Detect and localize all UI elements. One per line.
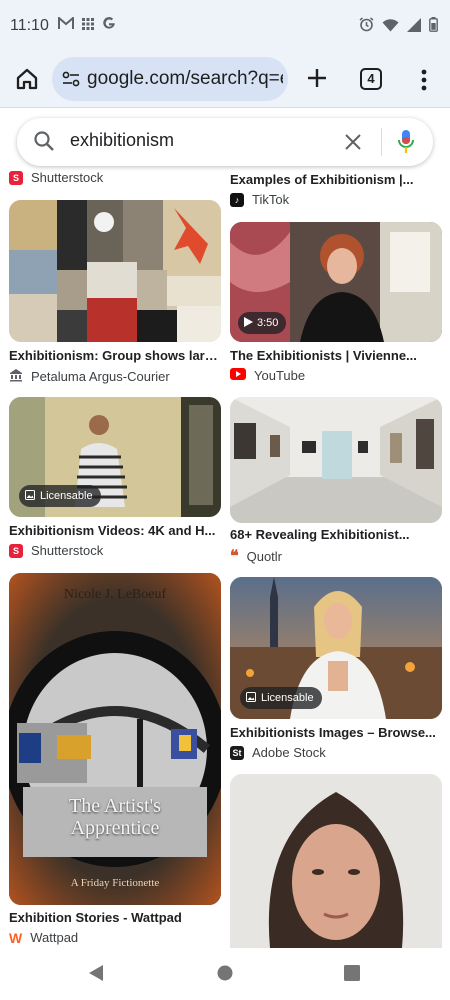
microphone-icon[interactable] xyxy=(397,129,415,160)
news-site-icon xyxy=(9,368,23,385)
shutterstock-logo-icon: S xyxy=(9,543,23,558)
browser-toolbar: google.com/search?q=e 4 xyxy=(0,52,450,108)
result-card[interactable]: S Shutterstock xyxy=(9,170,221,190)
result-source: YouTube xyxy=(230,368,305,383)
home-icon xyxy=(16,68,38,90)
result-title: 68+ Revealing Exhibitionist... xyxy=(230,527,410,542)
battery-icon xyxy=(429,17,438,37)
result-source: Petaluma Argus-Courier xyxy=(9,368,170,385)
result-thumbnail[interactable]: 3:50 xyxy=(230,222,442,342)
result-thumbnail[interactable] xyxy=(230,774,442,948)
result-title: The Exhibitionists | Vivienne... xyxy=(230,348,417,363)
back-triangle-icon xyxy=(89,965,103,981)
home-nav-button[interactable] xyxy=(217,965,233,986)
gmail-icon xyxy=(58,15,74,35)
wattpad-logo-icon: W xyxy=(9,929,23,946)
more-vert-icon xyxy=(421,69,427,91)
result-title: Exhibitionism Videos: 4K and H... xyxy=(9,523,216,538)
system-navigation-bar xyxy=(0,948,450,1000)
book-author: Nicole J. LeBoeuf xyxy=(63,587,167,602)
result-title: Exhibitionists Images – Browse... xyxy=(230,725,436,740)
tiktok-logo-icon: ♪ xyxy=(230,192,244,207)
quote-logo-icon: ❝ xyxy=(230,547,239,565)
site-settings-icon[interactable] xyxy=(62,71,80,92)
recents-button[interactable] xyxy=(344,965,360,986)
book-subtitle: A Friday Fictionette xyxy=(70,877,160,889)
result-source: ❝ Quotlr xyxy=(230,547,283,565)
search-input[interactable]: exhibitionism xyxy=(70,130,174,151)
result-source: W Wattpad xyxy=(9,929,79,946)
alarm-icon xyxy=(359,17,374,37)
result-card[interactable]: Exhibitionism: Group shows larg... Petal… xyxy=(9,200,221,386)
signal-icon xyxy=(407,17,421,37)
result-card[interactable]: Nicole J. LeBoeuf The Artist's Apprentic… xyxy=(9,573,221,948)
result-source: S Shutterstock xyxy=(9,543,103,558)
book-title-line-1: The Artist's xyxy=(69,795,161,817)
adobe-stock-logo-icon: St xyxy=(230,745,244,760)
back-button[interactable] xyxy=(87,964,105,987)
status-time: 11:10 xyxy=(10,17,49,34)
home-circle-icon xyxy=(217,965,233,981)
search-icon[interactable] xyxy=(33,130,55,157)
result-thumbnail[interactable]: Licensable xyxy=(230,577,442,719)
google-g-icon xyxy=(102,16,116,35)
wifi-icon xyxy=(382,18,399,37)
result-card[interactable]: Examples of Exhibitionism |... ♪ TikTok xyxy=(230,172,442,212)
image-icon xyxy=(25,489,35,503)
result-card[interactable]: Licensable Exhibitionism Videos: 4K and … xyxy=(9,397,221,565)
shutterstock-logo-icon: S xyxy=(9,170,23,185)
result-thumbnail[interactable]: Licensable xyxy=(9,397,221,517)
result-title: Exhibition Stories - Wattpad xyxy=(9,910,182,925)
result-source: S Shutterstock xyxy=(9,170,103,185)
result-thumbnail[interactable]: Nicole J. LeBoeuf The Artist's Apprentic… xyxy=(9,573,221,905)
tab-switcher-button[interactable]: 4 xyxy=(360,68,382,90)
clear-icon[interactable] xyxy=(343,132,363,157)
result-card[interactable]: 68+ Revealing Exhibitionist... ❝ Quotlr xyxy=(230,397,442,567)
result-thumbnail[interactable] xyxy=(9,200,221,342)
more-menu-button[interactable] xyxy=(414,67,434,93)
play-icon xyxy=(244,316,253,330)
result-thumbnail[interactable] xyxy=(230,397,442,523)
address-bar[interactable]: google.com/search?q=e xyxy=(52,57,288,101)
result-card[interactable]: 3:50 The Exhibitionists | Vivienne... Yo… xyxy=(230,222,442,386)
search-bar[interactable]: exhibitionism xyxy=(17,118,433,166)
new-tab-button[interactable] xyxy=(304,65,330,91)
result-title: Examples of Exhibitionism |... xyxy=(230,172,414,187)
book-title-line-2: Apprentice xyxy=(70,817,160,839)
grid-app-icon xyxy=(82,17,94,35)
result-title: Exhibitionism: Group shows larg... xyxy=(9,348,221,363)
status-bar: 11:10 xyxy=(0,0,450,52)
image-results-grid: S Shutterstock Examples of Exhibitionism… xyxy=(0,166,450,948)
result-card[interactable]: Licensable Exhibitionists Images – Brows… xyxy=(230,577,442,763)
video-duration-badge: 3:50 xyxy=(238,312,287,334)
search-divider xyxy=(381,128,382,156)
recents-square-icon xyxy=(344,965,360,981)
plus-icon xyxy=(308,69,326,87)
image-icon xyxy=(246,691,256,705)
result-source: St Adobe Stock xyxy=(230,745,326,760)
url-text: google.com/search?q=e xyxy=(87,68,283,89)
result-card[interactable] xyxy=(230,774,442,948)
youtube-logo-icon xyxy=(230,368,246,383)
home-button[interactable] xyxy=(14,66,40,92)
result-source: ♪ TikTok xyxy=(230,192,289,207)
licensable-badge: Licensable xyxy=(240,687,322,709)
licensable-badge: Licensable xyxy=(19,485,101,507)
